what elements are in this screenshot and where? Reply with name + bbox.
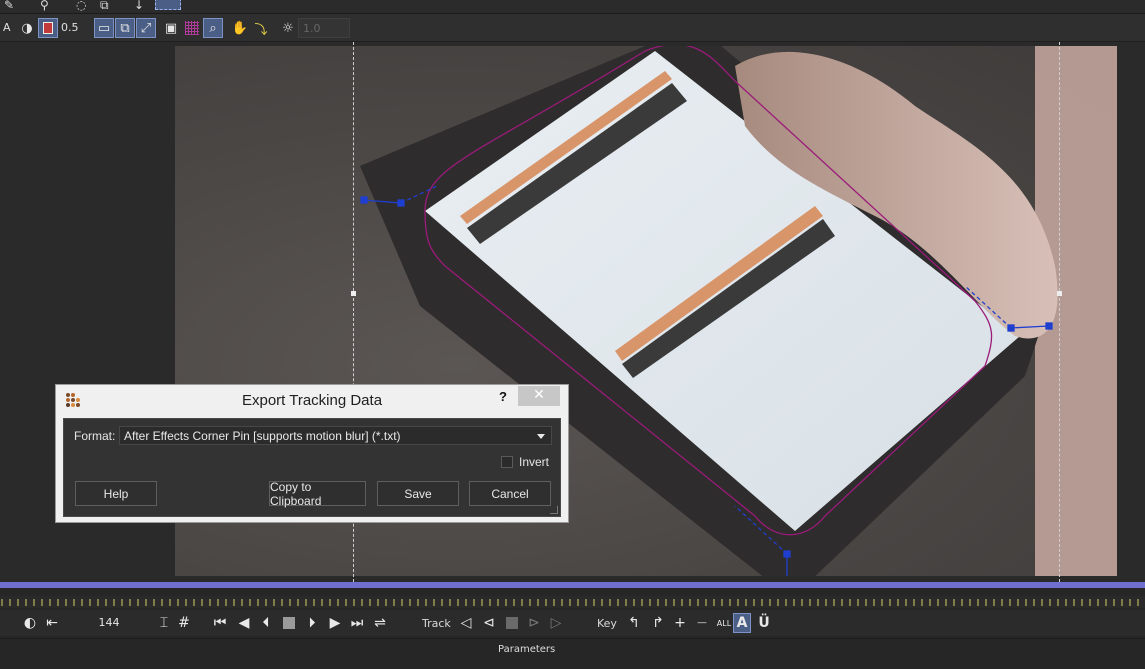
lasso-icon[interactable]: ◌ (76, 0, 86, 12)
timeline-ticks[interactable] (0, 596, 1145, 608)
frame-icon[interactable]: ▣ (161, 18, 181, 38)
grid-icon[interactable] (182, 18, 202, 38)
timecode-icon[interactable]: ◐ (22, 613, 38, 633)
dialog-body: Format: After Effects Corner Pin [suppor… (63, 418, 561, 517)
resize-grip-icon[interactable] (550, 506, 558, 514)
go-to-end-icon[interactable]: ⏭ (349, 613, 365, 633)
step-back-icon[interactable]: ⏴ (258, 613, 274, 633)
format-value: After Effects Corner Pin [supports motio… (124, 429, 401, 443)
track-step-back-icon[interactable]: ⊲ (481, 613, 497, 633)
parameters-label: Parameters (498, 644, 556, 655)
tick-marks (1, 599, 1139, 606)
timeline-range-bar[interactable] (0, 582, 1145, 588)
spline-icon[interactable]: ⤢ (136, 18, 156, 38)
stop-icon[interactable] (281, 613, 297, 633)
brightness-icon[interactable]: ☼ (278, 18, 298, 38)
save-button[interactable]: Save (377, 481, 459, 506)
layers-icon[interactable]: ⧉ (100, 0, 109, 13)
safe-area-right-line (1059, 42, 1060, 582)
export-tracking-dialog: Export Tracking Data ? ✕ Format: After E… (55, 384, 569, 523)
close-button[interactable]: ✕ (518, 386, 560, 406)
overlay-icon[interactable]: ◑ (17, 18, 37, 38)
fit-icon[interactable]: ⌶ (156, 613, 172, 633)
set-in-icon[interactable]: ⇤ (44, 613, 60, 633)
overlap-icon[interactable]: ⧉ (115, 18, 135, 38)
hand-icon[interactable]: ✋ (230, 18, 250, 38)
left-edge-handle[interactable] (351, 291, 356, 296)
brush-icon[interactable]: ✎ (4, 0, 14, 12)
path-icon[interactable]: ⤵ (251, 18, 271, 38)
track-label: Track (422, 617, 451, 630)
mode-label: A (3, 21, 11, 34)
monitor-icon[interactable]: ▭ (94, 18, 114, 38)
opacity-value[interactable]: 0.5 (61, 21, 79, 34)
all-keys-icon[interactable]: ALL (716, 613, 732, 633)
track-stop-icon[interactable] (504, 613, 520, 633)
step-forward-icon[interactable]: ⏵ (304, 613, 320, 633)
play-forward-icon[interactable]: ▶ (327, 613, 343, 633)
add-key-icon[interactable]: + (672, 613, 688, 633)
format-label: Format: (74, 429, 116, 443)
track-step-forward-icon[interactable]: ⊳ (526, 613, 542, 633)
link-icon[interactable]: ⚲ (40, 0, 49, 12)
loop-icon[interactable]: ⇌ (372, 613, 388, 633)
track-backward-icon[interactable]: ◁ (458, 613, 474, 633)
track-forward-icon[interactable]: ▷ (548, 613, 564, 633)
format-dropdown[interactable]: After Effects Corner Pin [supports motio… (119, 426, 552, 445)
right-edge-handle[interactable] (1057, 291, 1062, 296)
context-help-button[interactable]: ? (499, 389, 507, 404)
go-to-start-icon[interactable]: ⏮ (212, 613, 228, 633)
dialog-title: Export Tracking Data (241, 392, 383, 409)
parameters-panel-header: Parameters (0, 638, 1145, 669)
play-backward-icon[interactable]: ◀ (236, 613, 252, 633)
exposure-field[interactable]: 1.0 (298, 18, 350, 38)
help-button[interactable]: Help (75, 481, 157, 506)
top-toolbar-strip: ✎ ⚲ ◌ ⧉ ↓ (0, 0, 1145, 14)
viewer-toolbar: A ◑ 0.5 ▭ ⧉ ⤢ ▣ ⌕ ✋ ⤵ ☼ 1.0 (0, 14, 1145, 42)
next-key-icon[interactable]: ↱ (650, 613, 666, 633)
current-frame-field[interactable]: 144 (64, 614, 154, 632)
u-button[interactable]: Ü (756, 613, 772, 633)
dialog-titlebar[interactable]: Export Tracking Data ? ✕ (56, 385, 568, 413)
autokey-a-button[interactable]: A (733, 613, 751, 633)
hash-icon[interactable]: # (176, 613, 192, 633)
key-label: Key (597, 617, 617, 630)
select-rect-icon[interactable] (155, 0, 181, 10)
chevron-down-icon (537, 434, 545, 439)
transport-bar: ◐ ⇤ 144 ⌶ # ⏮ ◀ ⏴ ⏵ ▶ ⏭ ⇌ Track ◁ ⊲ ⊳ ▷ … (0, 610, 1145, 636)
prev-key-icon[interactable]: ↰ (626, 613, 642, 633)
copy-to-clipboard-button[interactable]: Copy to Clipboard (269, 480, 366, 508)
cancel-button[interactable]: Cancel (469, 481, 551, 506)
down-arrow-icon[interactable]: ↓ (134, 0, 144, 12)
invert-checkbox[interactable] (501, 456, 513, 468)
matte-color-icon[interactable] (38, 18, 58, 38)
zoom-icon[interactable]: ⌕ (203, 18, 223, 38)
invert-label[interactable]: Invert (519, 455, 549, 469)
delete-key-icon[interactable]: − (694, 613, 710, 633)
